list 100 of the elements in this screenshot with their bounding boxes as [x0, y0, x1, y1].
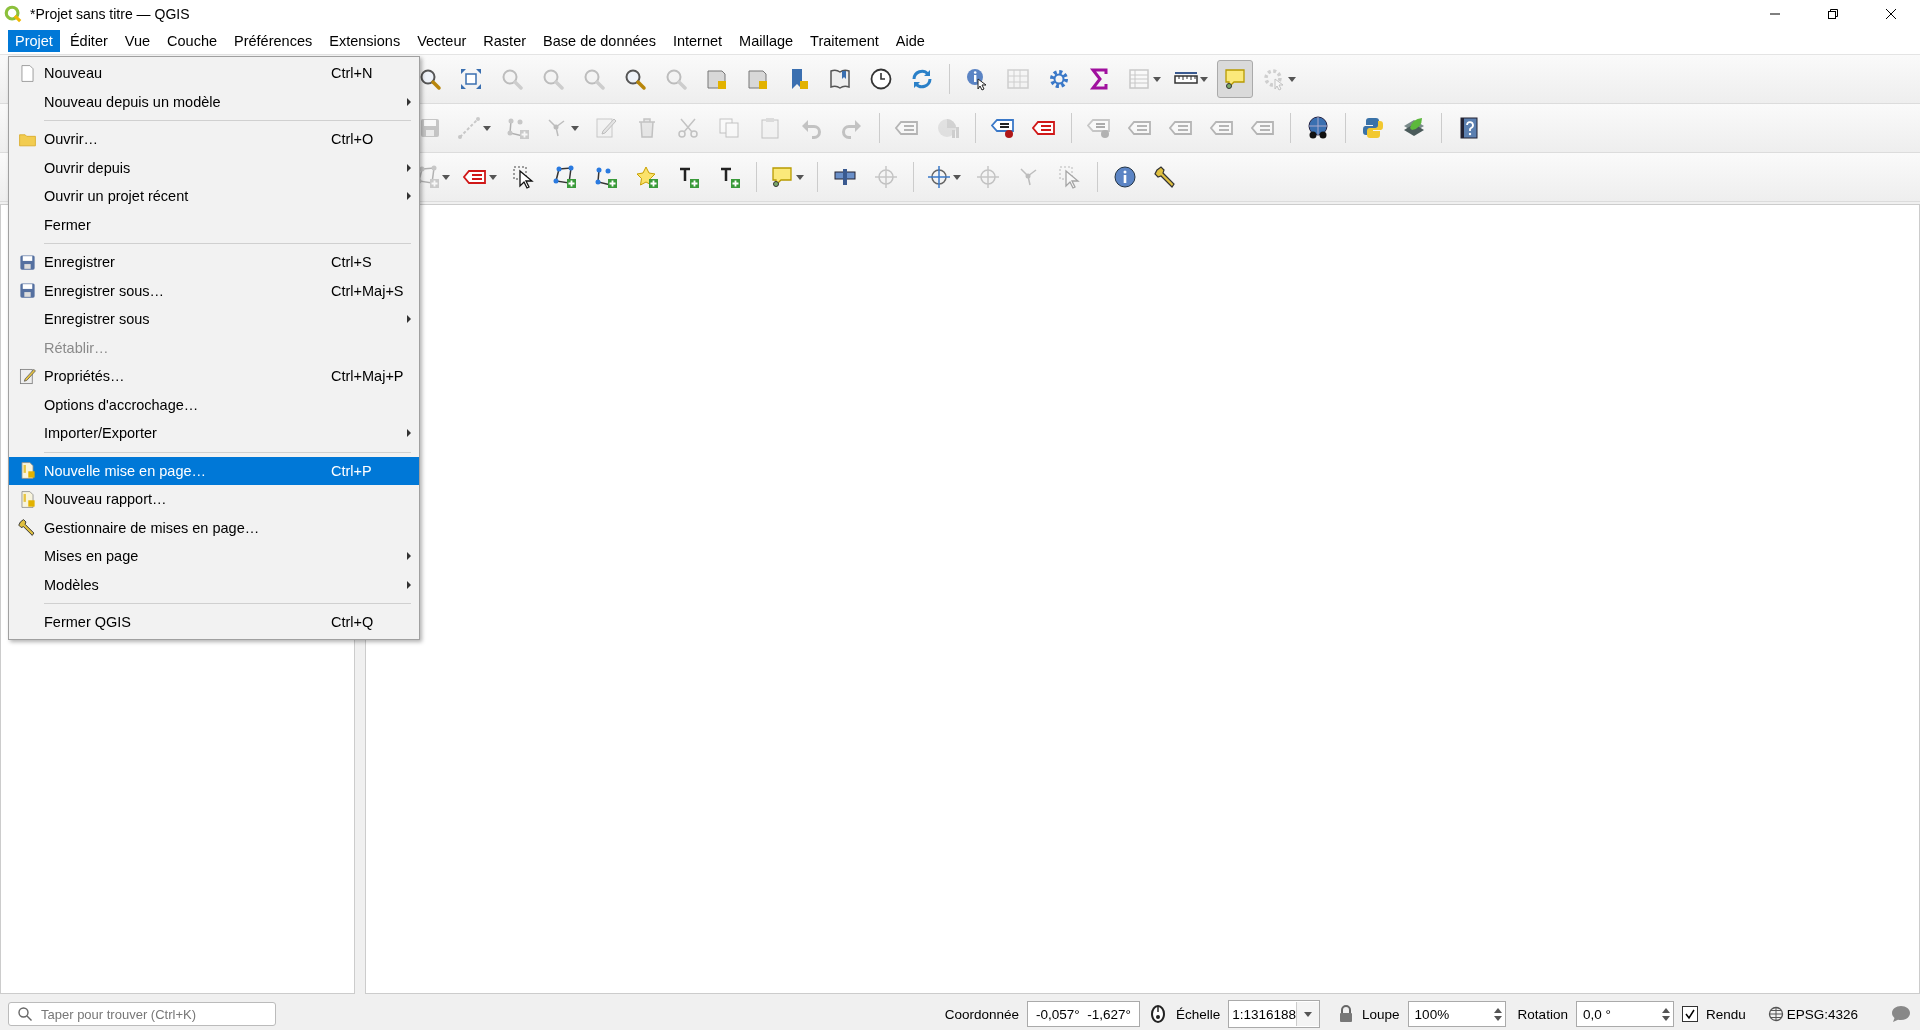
crs-button[interactable]: EPSG:4326: [1786, 1006, 1858, 1022]
search-field[interactable]: Taper pour trouver (Ctrl+K): [8, 1002, 276, 1026]
menu-item[interactable]: Enregistrer sous… Ctrl+Maj+S: [9, 276, 419, 305]
caret-icon: [796, 174, 804, 180]
pencil-icon: [594, 116, 618, 140]
layout-icon: [18, 489, 37, 509]
menu-bar-item[interactable]: Aide: [888, 30, 932, 52]
menu-item[interactable]: Ouvrir un projet récent: [9, 182, 419, 211]
menu-item[interactable]: Nouveau rapport…: [9, 485, 419, 514]
menu-item[interactable]: Nouveau Ctrl+N: [9, 59, 419, 88]
page-icon: [18, 63, 37, 83]
magnifier-spin-box[interactable]: 100%: [1407, 1001, 1506, 1027]
pencil-icon: [18, 366, 37, 386]
restore-icon: [1827, 8, 1839, 20]
crosshair-icon: [927, 165, 951, 189]
dashed-line-icon: [457, 116, 481, 140]
caret-icon: [1288, 76, 1296, 82]
scissors-icon: [676, 116, 700, 140]
book-icon: [828, 67, 852, 91]
magnifier-label: Loupe: [1362, 1006, 1400, 1022]
cursor-icon: [1058, 165, 1082, 189]
menu-item[interactable]: Nouvelle mise en page… Ctrl+P: [9, 456, 419, 485]
menu-item[interactable]: Fermer QGIS Ctrl+Q: [9, 608, 419, 637]
star-icon: [635, 165, 659, 189]
speech-bubble-icon: [770, 165, 794, 189]
menu-item[interactable]: Ouvrir depuis: [9, 153, 419, 182]
render-checkbox[interactable]: [1681, 1006, 1698, 1022]
help-icon: [1457, 116, 1481, 140]
rotation-label: Rotation: [1517, 1006, 1568, 1022]
caret-icon: [1304, 1011, 1313, 1017]
menu-bar-item[interactable]: Maillage: [732, 30, 801, 52]
menu-item[interactable]: Fermer: [9, 210, 419, 239]
menu-bar-item[interactable]: Préférences: [227, 30, 320, 52]
scale-label: Échelle: [1175, 1006, 1221, 1022]
clipboard-icon: [758, 116, 782, 140]
submenu-arrow-icon: [407, 580, 411, 589]
globe-binoculars-icon: [1306, 116, 1330, 140]
lock-icon[interactable]: [1338, 1005, 1355, 1023]
magnifier-icon: [582, 67, 606, 91]
menu-item[interactable]: Enregistrer sous: [9, 305, 419, 334]
menu-item[interactable]: Modèles: [9, 570, 419, 599]
extent-arrows-icon: [459, 67, 483, 91]
menu-bar-item[interactable]: Internet: [665, 30, 730, 52]
submenu-arrow-icon: [407, 163, 411, 172]
menu-bar-item[interactable]: Raster: [476, 30, 534, 52]
caret-icon: [953, 174, 961, 180]
caret-icon: [483, 125, 491, 131]
crosshair-icon: [874, 165, 898, 189]
menu-item[interactable]: Gestionnaire de mises en page…: [9, 513, 419, 542]
menu-bar-item[interactable]: Projet: [8, 30, 60, 52]
nodes-icon: [506, 116, 530, 140]
menu-item[interactable]: Propriétés… Ctrl+Maj+P: [9, 362, 419, 391]
table-icon: [1127, 67, 1151, 91]
abacus-icon: [1006, 67, 1030, 91]
crosshair-icon: [976, 165, 1000, 189]
label-pin-icon: [991, 116, 1015, 140]
label-pin-icon: [1087, 116, 1111, 140]
menu-item[interactable]: Mises en page: [9, 542, 419, 571]
refresh-arrows-icon: [910, 67, 934, 91]
info-icon: [1113, 165, 1137, 189]
menu-item[interactable]: Importer/Exporter: [9, 419, 419, 448]
cursor-icon: [512, 165, 536, 189]
magnifier-icon: [664, 67, 688, 91]
menu-bar-item[interactable]: Éditer: [62, 30, 115, 52]
coordinate-field[interactable]: -0,057° -1,627°: [1027, 1001, 1140, 1027]
caret-icon: [442, 174, 450, 180]
pie-chart-icon: [936, 116, 960, 140]
globe-icon[interactable]: [1767, 1006, 1784, 1022]
scale-combo-box[interactable]: 1:1316188: [1228, 1000, 1321, 1028]
submenu-arrow-icon: [407, 315, 411, 324]
map-sheet-icon: [705, 67, 729, 91]
menu-bar-item[interactable]: Base de données: [536, 30, 663, 52]
rotation-spin-box[interactable]: 0,0 °: [1575, 1001, 1674, 1027]
menu-item[interactable]: Enregistrer Ctrl+S: [9, 248, 419, 277]
polygon-icon: [553, 165, 577, 189]
caret-icon: [489, 174, 497, 180]
layout-icon: [18, 461, 37, 481]
wrench-icon: [18, 518, 37, 538]
app-logo-icon: [4, 5, 22, 23]
menu-item[interactable]: Ouvrir… Ctrl+O: [9, 125, 419, 154]
info-cursor-icon: [965, 67, 989, 91]
magnifier-icon: [541, 67, 565, 91]
submenu-arrow-icon: [407, 97, 411, 106]
menu-bar-item[interactable]: Couche: [160, 30, 225, 52]
magnifier-icon: [623, 67, 647, 91]
menu-bar-item[interactable]: Extensions: [322, 30, 408, 52]
submenu-arrow-icon: [407, 192, 411, 201]
map-sheet-icon: [746, 67, 770, 91]
gear-icon: [1047, 67, 1071, 91]
submenu-arrow-icon: [407, 429, 411, 438]
speech-bubble-icon[interactable]: [1890, 1004, 1912, 1024]
checkmark-icon: [1683, 1008, 1696, 1020]
menu-bar-item[interactable]: Traitement: [803, 30, 886, 52]
submenu-arrow-icon: [407, 552, 411, 561]
menu-item[interactable]: Options d'accrochage…: [9, 390, 419, 419]
menu-bar-item[interactable]: Vue: [117, 30, 158, 52]
window-title: *Projet sans titre — QGIS: [30, 6, 191, 22]
menu-bar-item[interactable]: Vecteur: [410, 30, 474, 52]
menu-item[interactable]: Nouveau depuis un modèle: [9, 87, 419, 116]
caret-icon: [1153, 76, 1161, 82]
